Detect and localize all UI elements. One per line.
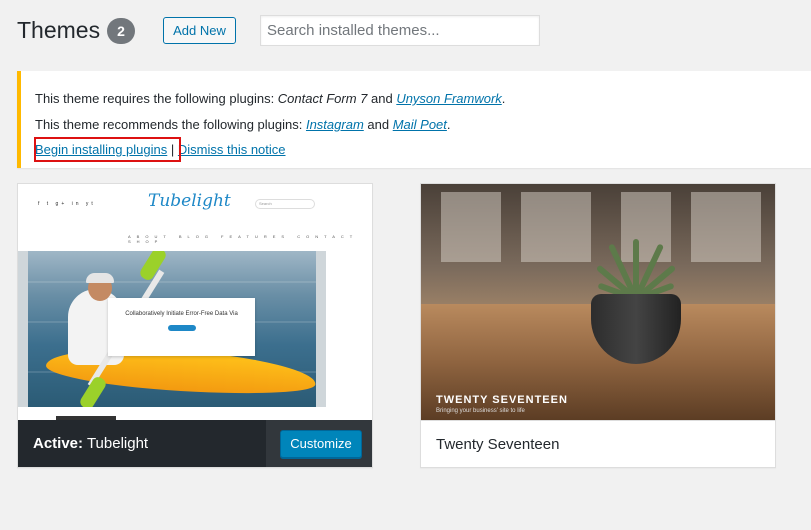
- theme-count-badge: 2: [107, 18, 135, 44]
- required-plugins-text: This theme requires the following plugin…: [35, 91, 506, 106]
- recommended-plugin-mailpoet-link[interactable]: Mail Poet: [393, 117, 447, 132]
- add-new-button[interactable]: Add New: [163, 17, 236, 44]
- notice-actions: Begin installing plugins | Dismiss this …: [35, 142, 286, 157]
- theme-screenshot-twenty-seventeen: TWENTY SEVENTEEN Bringing your business'…: [421, 184, 775, 420]
- theme-name-bar: Twenty Seventeen: [421, 420, 775, 467]
- plugin-notice: This theme requires the following plugin…: [17, 71, 811, 168]
- recommended-plugins-text: This theme recommends the following plug…: [35, 117, 451, 132]
- dismiss-notice-link[interactable]: Dismiss this notice: [178, 142, 286, 157]
- theme-card-tubelight[interactable]: f t g+ in yt Tubelight Search ABOUT BLOG…: [17, 183, 373, 468]
- active-theme-bar: Active: Tubelight Customize: [18, 420, 372, 467]
- screenshot-title: TWENTY SEVENTEEN: [436, 394, 568, 406]
- screenshot-tagline: Bringing your business' site to life: [436, 408, 525, 414]
- theme-name: Twenty Seventeen: [436, 436, 560, 453]
- begin-installing-plugins-link[interactable]: Begin installing plugins: [35, 142, 167, 157]
- theme-card-twenty-seventeen[interactable]: TWENTY SEVENTEEN Bringing your business'…: [420, 183, 776, 468]
- screenshot-menu: ABOUT BLOG FEATURES CONTACT SHOP: [128, 234, 359, 244]
- social-icons: f t g+ in yt: [38, 201, 96, 207]
- active-theme-label: Active: Tubelight: [33, 435, 149, 452]
- tubelight-logo: Tubelight: [148, 191, 231, 211]
- required-plugin-contact-form: Contact Form 7: [277, 91, 368, 106]
- recommended-plugin-instagram-link[interactable]: Instagram: [306, 117, 364, 132]
- screenshot-popup: Collaboratively Initiate Error-Free Data…: [108, 298, 255, 356]
- page-title: Themes: [17, 17, 101, 43]
- screenshot-search: Search: [255, 199, 315, 209]
- plant-illustration: [595, 229, 677, 302]
- search-themes-input[interactable]: [260, 15, 540, 46]
- kayak-hero-image: Collaboratively Initiate Error-Free Data…: [28, 251, 316, 407]
- customize-button[interactable]: Customize: [280, 430, 362, 458]
- required-plugin-unyson-link[interactable]: Unyson Framwork: [396, 91, 501, 106]
- theme-screenshot-tubelight: f t g+ in yt Tubelight Search ABOUT BLOG…: [18, 184, 372, 420]
